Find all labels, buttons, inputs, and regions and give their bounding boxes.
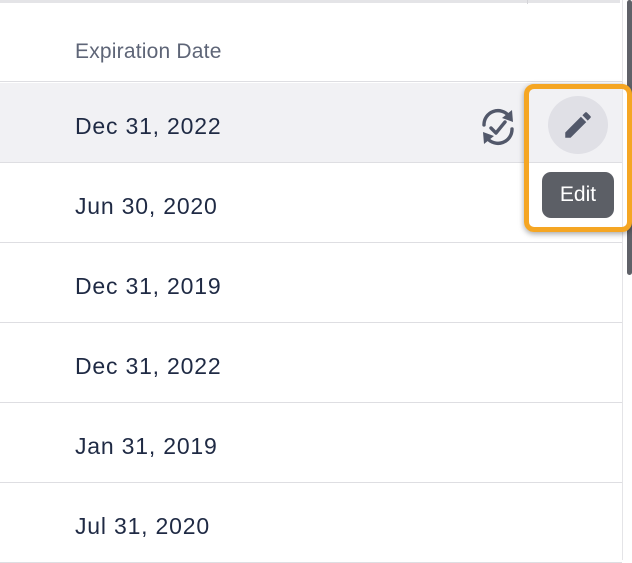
- expiration-date-cell: Jan 31, 2019: [75, 433, 218, 459]
- expiration-date-cell: Dec 31, 2022: [75, 113, 222, 139]
- pencil-icon: [565, 112, 591, 138]
- table-header: Expiration Date: [0, 4, 622, 82]
- expiration-date-cell: Jul 31, 2020: [75, 513, 210, 539]
- table-row[interactable]: Dec 31, 2022: [0, 323, 622, 403]
- edit-button[interactable]: [548, 96, 608, 154]
- expiration-date-cell: Dec 31, 2019: [75, 273, 222, 299]
- expiration-date-cell: Jun 30, 2020: [75, 193, 218, 219]
- table-row[interactable]: Dec 31, 2019: [0, 243, 622, 323]
- table-row[interactable]: Jan 31, 2019: [0, 403, 622, 483]
- table-row[interactable]: Jul 31, 2020: [0, 483, 622, 563]
- edit-tooltip: Edit: [542, 172, 614, 218]
- expiration-date-column-header[interactable]: Expiration Date: [75, 40, 222, 64]
- renew-icon[interactable]: [476, 105, 520, 149]
- expiration-date-cell: Dec 31, 2022: [75, 353, 222, 379]
